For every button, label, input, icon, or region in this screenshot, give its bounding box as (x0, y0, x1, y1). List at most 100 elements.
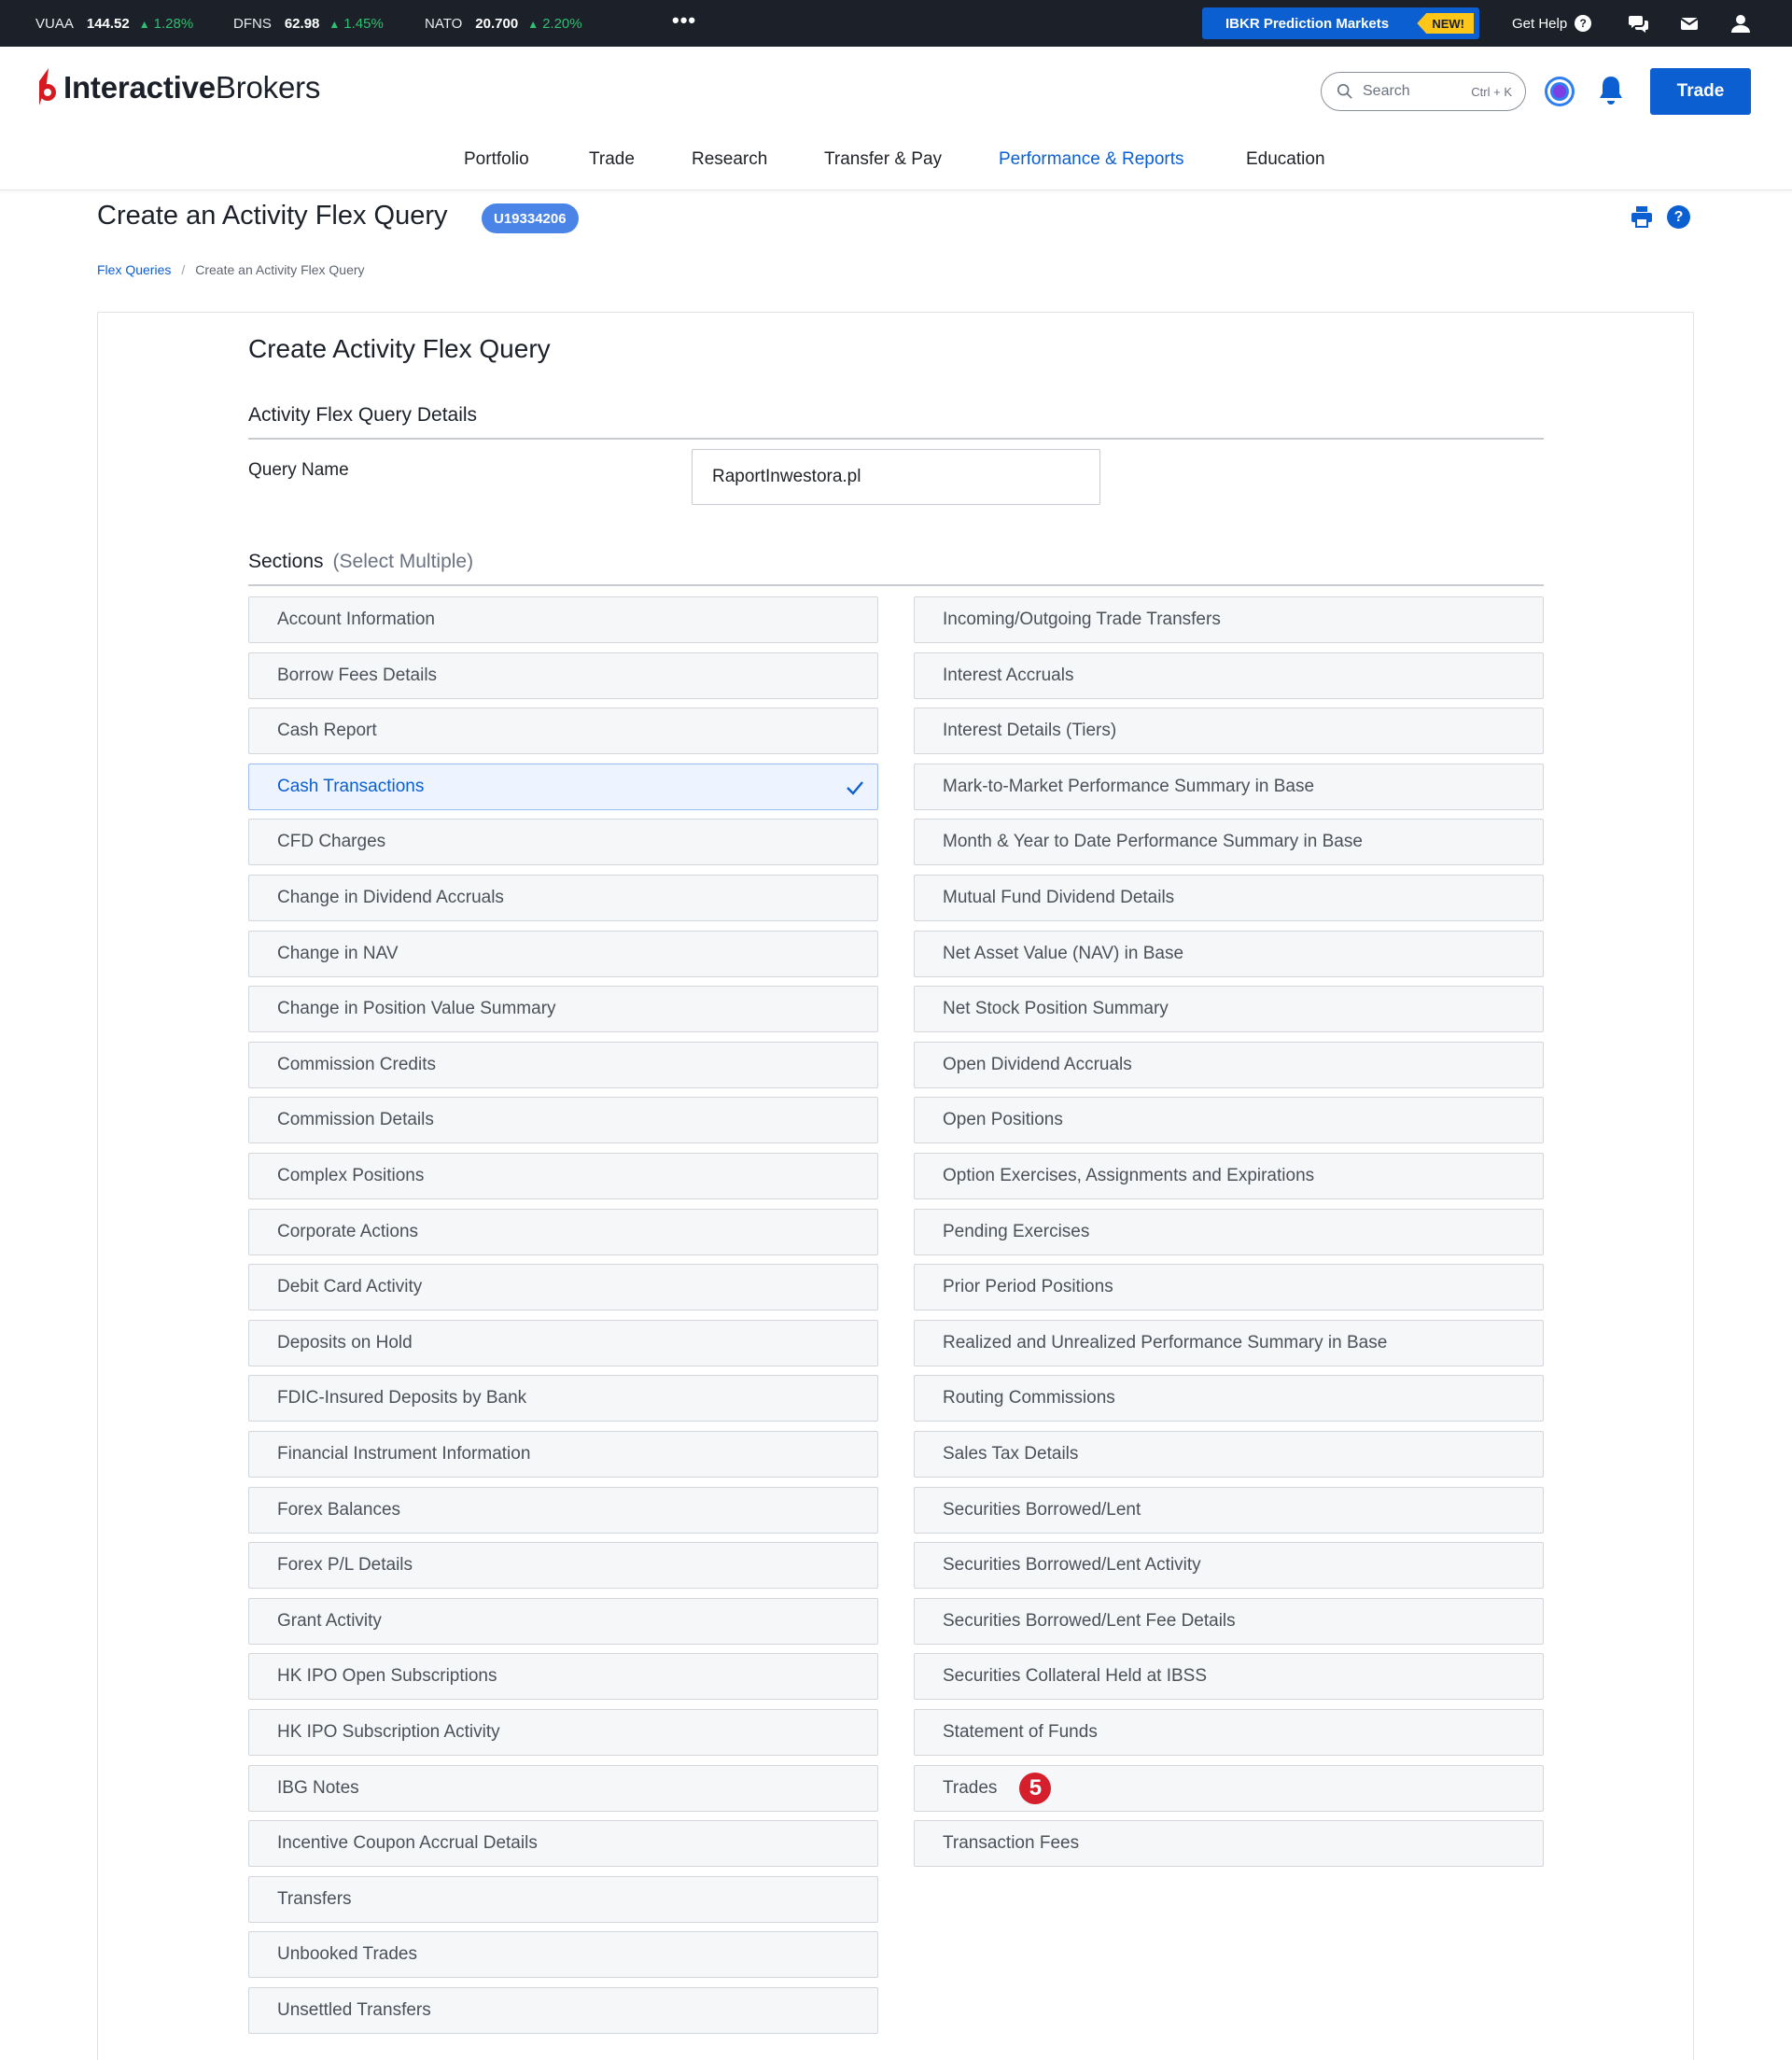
section-option-forex-balances[interactable]: Forex Balances (248, 1487, 878, 1534)
bell-icon[interactable] (1597, 75, 1625, 106)
section-option-ibg-notes[interactable]: IBG Notes (248, 1765, 878, 1812)
section-option-hk-ipo-open-subscriptions[interactable]: HK IPO Open Subscriptions (248, 1653, 878, 1700)
section-option-corporate-actions[interactable]: Corporate Actions (248, 1209, 878, 1255)
ticker-change-value: 1.28% (153, 15, 194, 32)
section-option-mutual-fund-dividend-details[interactable]: Mutual Fund Dividend Details (914, 875, 1544, 921)
section-option-label: Cash Transactions (277, 777, 425, 796)
section-option-cash-report[interactable]: Cash Report (248, 708, 878, 754)
section-option-open-positions[interactable]: Open Positions (914, 1097, 1544, 1143)
section-option-change-in-nav[interactable]: Change in NAV (248, 931, 878, 977)
section-option-change-in-dividend-accruals[interactable]: Change in Dividend Accruals (248, 875, 878, 921)
section-option-transfers[interactable]: Transfers (248, 1876, 878, 1923)
section-option-change-in-position-value-summary[interactable]: Change in Position Value Summary (248, 986, 878, 1032)
account-badge[interactable]: U19334206 (482, 203, 579, 233)
section-option-incentive-coupon-accrual-details[interactable]: Incentive Coupon Accrual Details (248, 1820, 878, 1867)
section-option-borrow-fees-details[interactable]: Borrow Fees Details (248, 652, 878, 699)
more-icon[interactable]: ••• (672, 10, 696, 31)
section-option-interest-details-tiers[interactable]: Interest Details (Tiers) (914, 708, 1544, 754)
section-option-label: Securities Collateral Held at IBSS (943, 1666, 1208, 1686)
section-option-hk-ipo-subscription-activity[interactable]: HK IPO Subscription Activity (248, 1709, 878, 1756)
search-box[interactable]: Search Ctrl + K (1321, 72, 1526, 111)
section-option-debit-card-activity[interactable]: Debit Card Activity (248, 1264, 878, 1310)
details-heading: Activity Flex Query Details (248, 404, 478, 426)
print-icon[interactable] (1630, 204, 1654, 229)
section-option-label: Account Information (277, 610, 435, 629)
logo-text-bold: Interactive (63, 70, 216, 105)
section-option-securities-borrowed-lent[interactable]: Securities Borrowed/Lent (914, 1487, 1544, 1534)
ticker-change: ▲ 2.20% (527, 16, 581, 32)
nav-portfolio[interactable]: Portfolio (464, 149, 529, 170)
ticker-item[interactable]: DFNS 62.98 ▲ 1.45% (233, 0, 384, 47)
section-option-label: Corporate Actions (277, 1222, 419, 1241)
nav-education[interactable]: Education (1246, 149, 1325, 170)
section-option-sales-tax-details[interactable]: Sales Tax Details (914, 1431, 1544, 1478)
section-option-option-exercises-assignments-and-expirations[interactable]: Option Exercises, Assignments and Expira… (914, 1153, 1544, 1199)
section-option-label: IBG Notes (277, 1778, 359, 1798)
nav-research[interactable]: Research (692, 149, 767, 170)
chat-icon[interactable] (1628, 12, 1650, 35)
nav-trade[interactable]: Trade (589, 149, 635, 170)
section-option-forex-p-l-details[interactable]: Forex P/L Details (248, 1542, 878, 1589)
prediction-markets-button[interactable]: IBKR Prediction Markets NEW! (1202, 7, 1479, 39)
section-option-grant-activity[interactable]: Grant Activity (248, 1598, 878, 1645)
ibkr-logo[interactable]: InteractiveBrokers (35, 67, 320, 108)
section-option-cash-transactions[interactable]: Cash Transactions (248, 764, 878, 810)
section-option-open-dividend-accruals[interactable]: Open Dividend Accruals (914, 1042, 1544, 1088)
section-option-commission-details[interactable]: Commission Details (248, 1097, 878, 1143)
section-option-label: Debit Card Activity (277, 1277, 423, 1296)
ticker-item[interactable]: NATO 20.700 ▲ 2.20% (425, 0, 582, 47)
form-title: Create Activity Flex Query (248, 334, 551, 363)
query-name-input[interactable] (692, 449, 1100, 505)
section-option-net-asset-value-nav-in-base[interactable]: Net Asset Value (NAV) in Base (914, 931, 1544, 977)
annotation-step-badge: 5 (1019, 1773, 1052, 1804)
query-name-label: Query Name (248, 460, 349, 480)
section-option-incoming-outgoing-trade-transfers[interactable]: Incoming/Outgoing Trade Transfers (914, 596, 1544, 643)
mail-icon[interactable] (1678, 12, 1701, 35)
section-option-label: Option Exercises, Assignments and Expira… (943, 1166, 1315, 1185)
get-help-label: Get Help (1512, 15, 1568, 32)
section-option-interest-accruals[interactable]: Interest Accruals (914, 652, 1544, 699)
arrow-up-icon: ▲ (329, 17, 341, 31)
section-option-label: Net Asset Value (NAV) in Base (943, 944, 1184, 963)
section-option-month-year-to-date-performance-summary-in-base[interactable]: Month & Year to Date Performance Summary… (914, 819, 1544, 865)
section-option-account-information[interactable]: Account Information (248, 596, 878, 643)
section-option-label: Change in Dividend Accruals (277, 888, 504, 907)
trade-button[interactable]: Trade (1650, 68, 1751, 115)
section-option-mark-to-market-performance-summary-in-base[interactable]: Mark-to-Market Performance Summary in Ba… (914, 764, 1544, 810)
section-option-cfd-charges[interactable]: CFD Charges (248, 819, 878, 865)
section-option-securities-collateral-held-at-ibss[interactable]: Securities Collateral Held at IBSS (914, 1653, 1544, 1700)
breadcrumb-flex-queries[interactable]: Flex Queries (97, 262, 171, 277)
nav-performance-reports[interactable]: Performance & Reports (999, 149, 1184, 170)
section-option-unsettled-transfers[interactable]: Unsettled Transfers (248, 1987, 878, 2034)
ibkr-logo-mark (39, 68, 56, 105)
help-icon[interactable]: ? (1667, 205, 1690, 229)
section-option-label: Sales Tax Details (943, 1444, 1079, 1464)
search-placeholder: Search (1363, 83, 1410, 99)
user-icon[interactable] (1729, 12, 1752, 35)
nav-transfer-pay[interactable]: Transfer & Pay (824, 149, 942, 170)
section-option-label: Grant Activity (277, 1611, 382, 1631)
section-option-realized-and-unrealized-performance-summary-in-base[interactable]: Realized and Unrealized Performance Summ… (914, 1320, 1544, 1366)
section-option-fdic-insured-deposits-by-bank[interactable]: FDIC-Insured Deposits by Bank (248, 1375, 878, 1422)
section-option-unbooked-trades[interactable]: Unbooked Trades (248, 1931, 878, 1978)
section-option-pending-exercises[interactable]: Pending Exercises (914, 1209, 1544, 1255)
section-option-deposits-on-hold[interactable]: Deposits on Hold (248, 1320, 878, 1366)
section-option-label: Incentive Coupon Accrual Details (277, 1833, 538, 1853)
section-option-transaction-fees[interactable]: Transaction Fees (914, 1820, 1544, 1867)
section-option-commission-credits[interactable]: Commission Credits (248, 1042, 878, 1088)
section-option-prior-period-positions[interactable]: Prior Period Positions (914, 1264, 1544, 1310)
section-option-label: Statement of Funds (943, 1722, 1098, 1742)
section-option-securities-borrowed-lent-fee-details[interactable]: Securities Borrowed/Lent Fee Details (914, 1598, 1544, 1645)
section-option-routing-commissions[interactable]: Routing Commissions (914, 1375, 1544, 1422)
ticker-item[interactable]: VUAA 144.52 ▲ 1.28% (35, 0, 193, 47)
section-option-financial-instrument-information[interactable]: Financial Instrument Information (248, 1431, 878, 1478)
ticker-change-value: 1.45% (343, 15, 384, 32)
breadcrumb-separator: / (181, 262, 186, 277)
section-option-net-stock-position-summary[interactable]: Net Stock Position Summary (914, 986, 1544, 1032)
section-option-securities-borrowed-lent-activity[interactable]: Securities Borrowed/Lent Activity (914, 1542, 1544, 1589)
assistant-icon[interactable] (1543, 75, 1576, 108)
get-help-link[interactable]: Get Help ? (1512, 0, 1592, 47)
section-option-trades[interactable]: Trades 5 (914, 1765, 1544, 1812)
section-option-statement-of-funds[interactable]: Statement of Funds (914, 1709, 1544, 1756)
section-option-complex-positions[interactable]: Complex Positions (248, 1153, 878, 1199)
